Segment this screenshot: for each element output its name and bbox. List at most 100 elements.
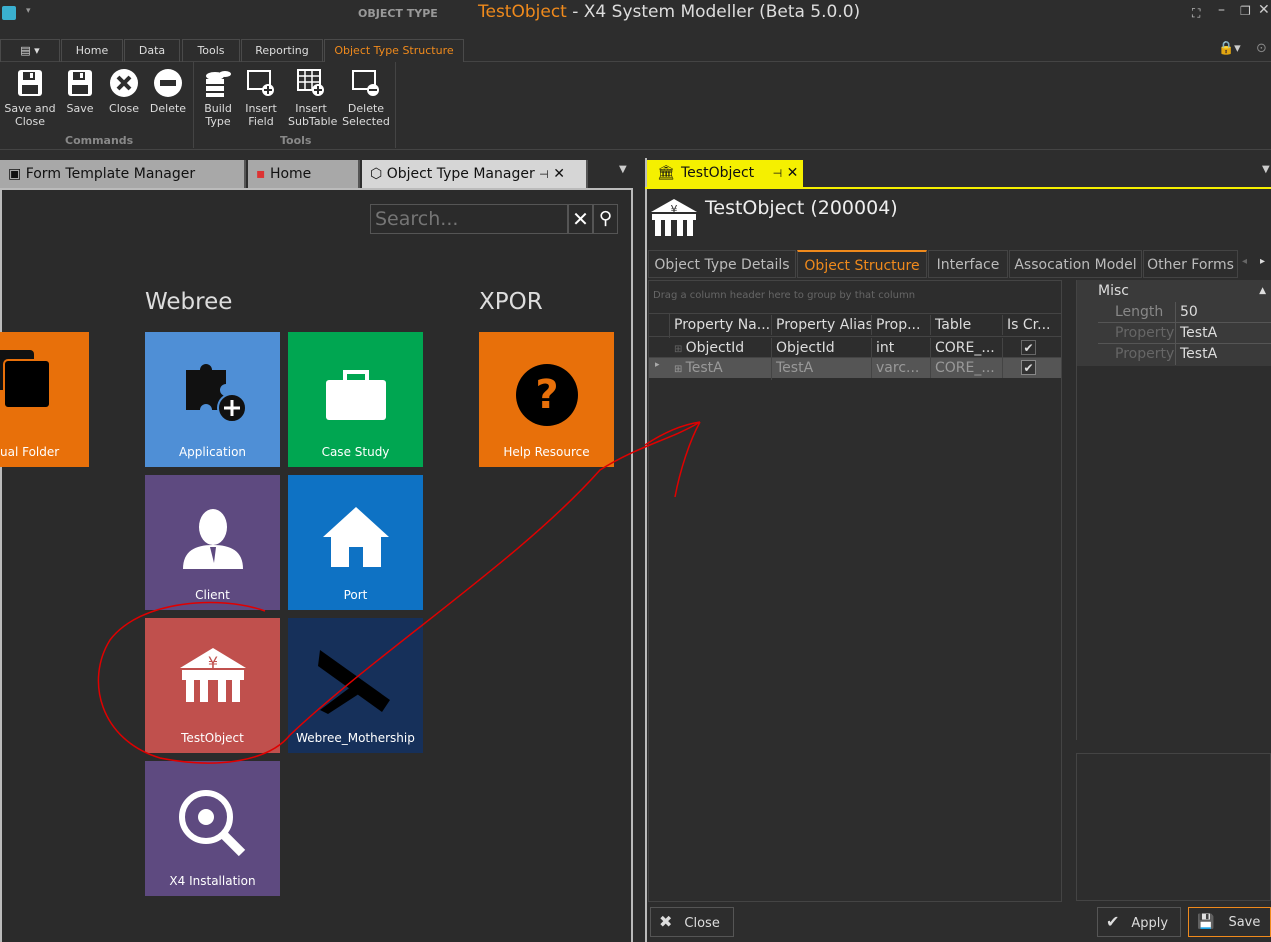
group-heading-webree: Webree xyxy=(145,289,233,315)
close-window-button[interactable]: ✕ xyxy=(1258,2,1270,18)
is-created-checkbox[interactable]: ✔ xyxy=(1021,360,1036,375)
tile-label: X4 Installation xyxy=(169,874,256,888)
clear-search-button[interactable]: ✕ xyxy=(568,204,593,234)
apply-button[interactable]: ✔ Apply xyxy=(1097,907,1181,937)
ribbon: Save and Close Save Close Delete Build T… xyxy=(0,62,1271,150)
cell-property-type: varc... xyxy=(872,358,931,378)
ribbon-tab-reporting[interactable]: Reporting xyxy=(241,39,323,62)
quick-access-dropdown-icon[interactable]: ▾ xyxy=(26,6,31,16)
save-button[interactable]: Save xyxy=(62,68,98,115)
tile-virtual-folder[interactable]: ual Folder xyxy=(0,332,89,467)
doc-tab-home[interactable]: ▪ Home xyxy=(248,160,360,188)
is-created-checkbox[interactable]: ✔ xyxy=(1021,340,1036,355)
app-menu-button[interactable]: ▤ ▾ xyxy=(0,39,60,62)
tile-case-study[interactable]: Case Study xyxy=(288,332,423,467)
expand-icon[interactable]: ⊞ xyxy=(674,364,686,375)
cell-property-alias: TestA xyxy=(772,358,872,378)
tile-x4-installation[interactable]: X4 Installation xyxy=(145,761,280,896)
insert-subtable-button[interactable]: Insert SubTable xyxy=(288,68,338,128)
ribbon-tab-tools[interactable]: Tools xyxy=(182,39,240,62)
ribbon-tabs: ▤ ▾ Home Data Tools Reporting Object Typ… xyxy=(0,39,1271,62)
save-detail-button[interactable]: 💾 Save xyxy=(1188,907,1271,937)
label: Delete xyxy=(149,102,187,115)
insert-field-button[interactable]: Insert Field xyxy=(243,68,279,128)
tile-testobject[interactable]: ¥ TestObject xyxy=(145,618,280,753)
minimize-button[interactable]: – xyxy=(1218,2,1225,18)
tab-interface[interactable]: Interface xyxy=(928,250,1008,278)
app-logo-icon xyxy=(2,6,16,20)
column-header-is-created[interactable]: Is Cr... xyxy=(1003,315,1061,335)
property-row[interactable]: Property TestA xyxy=(1098,344,1271,365)
doc-tab-form-template-manager[interactable]: ▣ Form Template Manager xyxy=(0,160,246,188)
tile-webree-mothership[interactable]: Webree_Mothership xyxy=(288,618,423,753)
close-tab-icon[interactable]: ✕ xyxy=(553,166,565,182)
column-header-property-type[interactable]: Prop... xyxy=(872,315,931,335)
search-button[interactable]: ⚲ xyxy=(593,204,618,234)
delete-button[interactable]: Delete xyxy=(148,68,188,115)
lock-icon[interactable]: 🔒▾ xyxy=(1218,41,1241,56)
column-header-property-alias[interactable]: Property Alias xyxy=(772,315,872,335)
label: Close xyxy=(109,102,139,115)
tab-object-structure[interactable]: Object Structure xyxy=(797,250,927,278)
divider xyxy=(395,62,396,148)
scroll-right-icon[interactable]: ▸ xyxy=(1260,256,1265,267)
maximize-button[interactable]: ❐ xyxy=(1240,4,1251,18)
structure-grid: Drag a column header here to group by th… xyxy=(648,280,1062,902)
cube-icon: ⬡ xyxy=(370,166,387,182)
insert-subtable-icon xyxy=(297,69,324,96)
property-name: Property xyxy=(1098,323,1176,344)
doc-tab-object-type-manager[interactable]: ⬡ Object Type Manager ⊣ ✕ xyxy=(362,160,588,188)
tile-application[interactable]: Application xyxy=(145,332,280,467)
delete-selected-button[interactable]: Delete Selected xyxy=(342,68,390,128)
ribbon-tab-data[interactable]: Data xyxy=(124,39,180,62)
property-description-panel xyxy=(1076,753,1271,901)
close-button[interactable]: Close xyxy=(106,68,142,115)
tile-client[interactable]: Client xyxy=(145,475,280,610)
expand-icon[interactable]: ⊞ xyxy=(674,344,686,355)
column-header-property-name[interactable]: Property Na... xyxy=(670,315,772,335)
value: TestA xyxy=(685,360,723,376)
label: Build Type xyxy=(204,102,232,128)
label: Save xyxy=(1228,915,1261,930)
table-row[interactable]: ⊞ ObjectId ObjectId int CORE_... ✔ xyxy=(649,338,1061,360)
property-row[interactable]: Length 50 xyxy=(1098,302,1271,323)
column-header-table[interactable]: Table xyxy=(931,315,1003,335)
pin-icon[interactable]: ⊣ xyxy=(773,167,783,180)
ribbon-tab-object-type-structure[interactable]: Object Type Structure xyxy=(324,39,464,62)
category-misc[interactable]: Misc ▲ xyxy=(1077,280,1271,302)
group-label-tools: Tools xyxy=(280,134,312,147)
cell-property-name: ⊞ TestA xyxy=(670,358,772,380)
help-up-icon[interactable]: ⊙ xyxy=(1256,41,1267,56)
tab-list-dropdown-icon[interactable]: ▼ xyxy=(619,164,627,175)
folder-icon xyxy=(0,350,51,409)
tab-assocation-model[interactable]: Assocation Model xyxy=(1009,250,1142,278)
tile-label: Port xyxy=(343,588,368,602)
label: Save and Close xyxy=(4,102,56,128)
table-row-selected[interactable]: ▸ ⊞ TestA TestA varc... CORE_... ✔ xyxy=(649,358,1061,380)
label: Insert SubTable xyxy=(288,102,338,128)
ribbon-tab-home[interactable]: Home xyxy=(61,39,123,62)
build-type-button[interactable]: Build Type xyxy=(200,68,236,128)
tab-list-dropdown-icon[interactable]: ▼ xyxy=(1262,164,1270,175)
pin-icon[interactable]: ⊣ xyxy=(539,168,549,181)
collapse-icon[interactable]: ▲ xyxy=(1259,280,1266,302)
save-icon xyxy=(18,70,42,96)
close-tab-icon[interactable]: ✕ xyxy=(787,165,799,181)
restore-icon[interactable]: ⛶ xyxy=(1192,6,1200,21)
window-title: TestObject - X4 System Modeller (Beta 5.… xyxy=(478,2,860,22)
tile-port[interactable]: Port xyxy=(288,475,423,610)
property-row[interactable]: Property TestA xyxy=(1098,323,1271,344)
value: ObjectId xyxy=(685,340,745,356)
label: Delete Selected xyxy=(342,102,390,128)
search-input[interactable] xyxy=(370,204,568,234)
close-detail-button[interactable]: ✖ Close xyxy=(650,907,734,937)
tile-help-resource[interactable]: ? Help Resource xyxy=(479,332,614,467)
scroll-left-icon[interactable]: ◂ xyxy=(1242,256,1247,267)
tile-label: TestObject xyxy=(181,731,244,745)
tile-label: Webree_Mothership xyxy=(296,731,415,745)
check-icon: ✔ xyxy=(1106,912,1120,931)
doc-tab-testobject[interactable]: 🏛 TestObject ⊣ ✕ xyxy=(647,160,803,187)
tab-other-forms[interactable]: Other Forms xyxy=(1143,250,1238,278)
save-and-close-button[interactable]: Save and Close xyxy=(4,68,56,128)
tab-object-type-details[interactable]: Object Type Details xyxy=(648,250,796,278)
